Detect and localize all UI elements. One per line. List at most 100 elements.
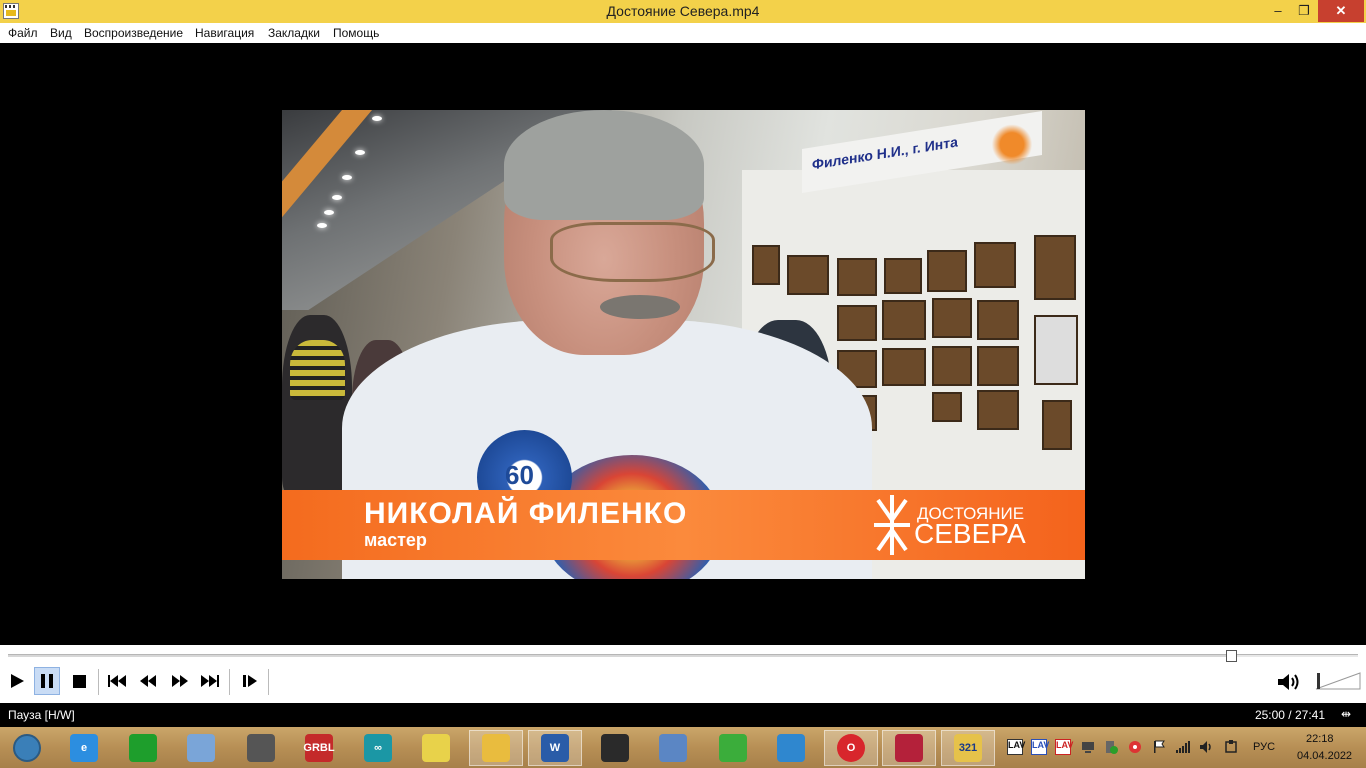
player-controls <box>0 645 1366 703</box>
taskbar-button[interactable] <box>116 730 170 766</box>
wall-picture <box>882 300 926 340</box>
lav-audio-tray-icon[interactable]: LAV <box>1031 739 1049 755</box>
taskbar-button[interactable]: ∞ <box>351 730 405 766</box>
next-button[interactable] <box>197 667 223 695</box>
maximize-button[interactable]: ❐ <box>1292 0 1316 22</box>
wall-picture <box>1042 400 1072 450</box>
dostoyanie-severa-logo-icon <box>874 495 910 555</box>
lower-third-banner: НИКОЛАЙ ФИЛЕНКО мастер ДОСТОЯНИЕ СЕВЕРА <box>282 490 1085 560</box>
ceiling-light <box>342 175 352 180</box>
lav-tray-icon[interactable]: LAV <box>1007 739 1025 755</box>
window-title: Достояние Севера.mp4 <box>606 3 760 19</box>
calculator-icon <box>659 734 687 762</box>
red-app-tray-icon[interactable] <box>1127 739 1143 755</box>
taskbar-button[interactable] <box>646 730 700 766</box>
background-person-shirt <box>290 340 345 400</box>
taskbar-button[interactable]: e <box>57 730 111 766</box>
ceiling-light <box>332 195 342 200</box>
status-resize-icon[interactable]: ⇹ <box>1341 707 1359 723</box>
wall-picture <box>974 242 1016 288</box>
wall-picture <box>884 258 922 294</box>
taskbar-button[interactable]: O <box>824 730 878 766</box>
taskbar-button[interactable] <box>882 730 936 766</box>
wall-picture <box>977 346 1019 386</box>
menu-bookmarks[interactable]: Закладки <box>268 26 320 40</box>
network-signal-icon[interactable] <box>1175 739 1191 755</box>
menu-view[interactable]: Вид <box>50 26 72 40</box>
taskbar-button[interactable]: GRBL <box>292 730 346 766</box>
play-button[interactable] <box>4 667 30 695</box>
frame-step-icon <box>243 675 257 687</box>
media-player-classic-icon: 321 <box>954 734 982 762</box>
frame-step-button[interactable] <box>237 667 263 695</box>
ceiling-light <box>355 150 365 155</box>
toolbar-separator <box>268 669 269 695</box>
close-button[interactable]: ✕ <box>1318 0 1364 22</box>
interviewee-mustache <box>600 295 680 319</box>
wall-picture <box>1034 235 1076 300</box>
volume-tray-icon[interactable] <box>1199 739 1215 755</box>
fast-forward-button[interactable] <box>167 667 193 695</box>
menu-bar: Файл Вид Воспроизведение Навигация Закла… <box>0 23 1366 43</box>
wall-portrait <box>1034 315 1078 385</box>
taskbar-button[interactable]: W <box>528 730 582 766</box>
action-center-flag-icon[interactable] <box>1151 739 1167 755</box>
stop-button[interactable] <box>66 667 92 695</box>
wall-picture <box>882 348 926 386</box>
previous-button[interactable] <box>104 667 130 695</box>
taskbar-button[interactable] <box>0 730 54 766</box>
menu-playback[interactable]: Воспроизведение <box>84 26 183 40</box>
taskbar-button[interactable]: 321 <box>941 730 995 766</box>
minimize-button[interactable]: – <box>1266 0 1290 22</box>
seek-bar[interactable] <box>8 650 1358 662</box>
taskbar-button[interactable] <box>706 730 760 766</box>
device-tray-icon[interactable] <box>1080 739 1096 755</box>
time-display[interactable]: 25:00 / 27:41 <box>1255 708 1325 722</box>
volume-slider[interactable] <box>1314 671 1362 691</box>
windows-taskbar: e GRBL ∞ W O 321 LAV LAV LAV РУС 22:18 04.04.… <box>0 727 1366 768</box>
start-orb-icon <box>13 734 41 762</box>
taskbar-button[interactable] <box>588 730 642 766</box>
ceiling-light <box>372 116 382 121</box>
menu-help[interactable]: Помощь <box>333 26 379 40</box>
taskbar-button[interactable] <box>469 730 523 766</box>
language-indicator[interactable]: РУС <box>1253 741 1275 753</box>
taskbar-button[interactable] <box>174 730 228 766</box>
play-icon <box>11 674 24 688</box>
volume-thumb[interactable] <box>1317 673 1320 689</box>
clock-time[interactable]: 22:18 <box>1306 733 1334 745</box>
next-icon <box>201 675 219 687</box>
toolbar-separator <box>229 669 230 695</box>
pause-icon <box>41 674 53 688</box>
wall-picture <box>927 250 967 292</box>
clock-date[interactable]: 04.04.2022 <box>1297 750 1352 762</box>
video-frame: Филенко Н.И., г. Инта 60 НИКОЛАЙ ФИЛЕНКО… <box>282 110 1085 579</box>
speaker-icon[interactable] <box>1276 671 1302 693</box>
file-explorer-icon <box>482 734 510 762</box>
lower-third-role: мастер <box>364 530 427 550</box>
monitor-icon <box>777 734 805 762</box>
pause-button[interactable] <box>34 667 60 695</box>
orange-logo-icon <box>987 122 1037 167</box>
stop-icon <box>72 674 86 688</box>
taskbar-button[interactable] <box>409 730 463 766</box>
rewind-button[interactable] <box>135 667 161 695</box>
menu-navigation[interactable]: Навигация <box>195 26 254 40</box>
wall-picture <box>932 346 972 386</box>
tool-icon <box>247 734 275 762</box>
power-tray-icon[interactable] <box>1223 739 1239 755</box>
lower-third-logo-line2: СЕВЕРА <box>914 518 1026 549</box>
title-bar: Достояние Севера.mp4 – ❐ ✕ <box>0 0 1366 23</box>
security-tray-icon[interactable] <box>1103 739 1119 755</box>
inkscape-icon <box>601 734 629 762</box>
playback-status: Пауза [H/W] <box>8 708 75 722</box>
lav-splitter-tray-icon[interactable]: LAV <box>1055 739 1073 755</box>
seek-thumb[interactable] <box>1226 650 1238 662</box>
media-player-window: Достояние Севера.mp4 – ❐ ✕ Файл Вид Восп… <box>0 0 1366 768</box>
paint-palette-icon <box>187 734 215 762</box>
menu-file[interactable]: Файл <box>8 26 38 40</box>
green-tool-icon <box>129 734 157 762</box>
video-area[interactable]: Филенко Н.И., г. Инта 60 НИКОЛАЙ ФИЛЕНКО… <box>0 43 1366 645</box>
taskbar-button[interactable] <box>234 730 288 766</box>
taskbar-button[interactable] <box>764 730 818 766</box>
